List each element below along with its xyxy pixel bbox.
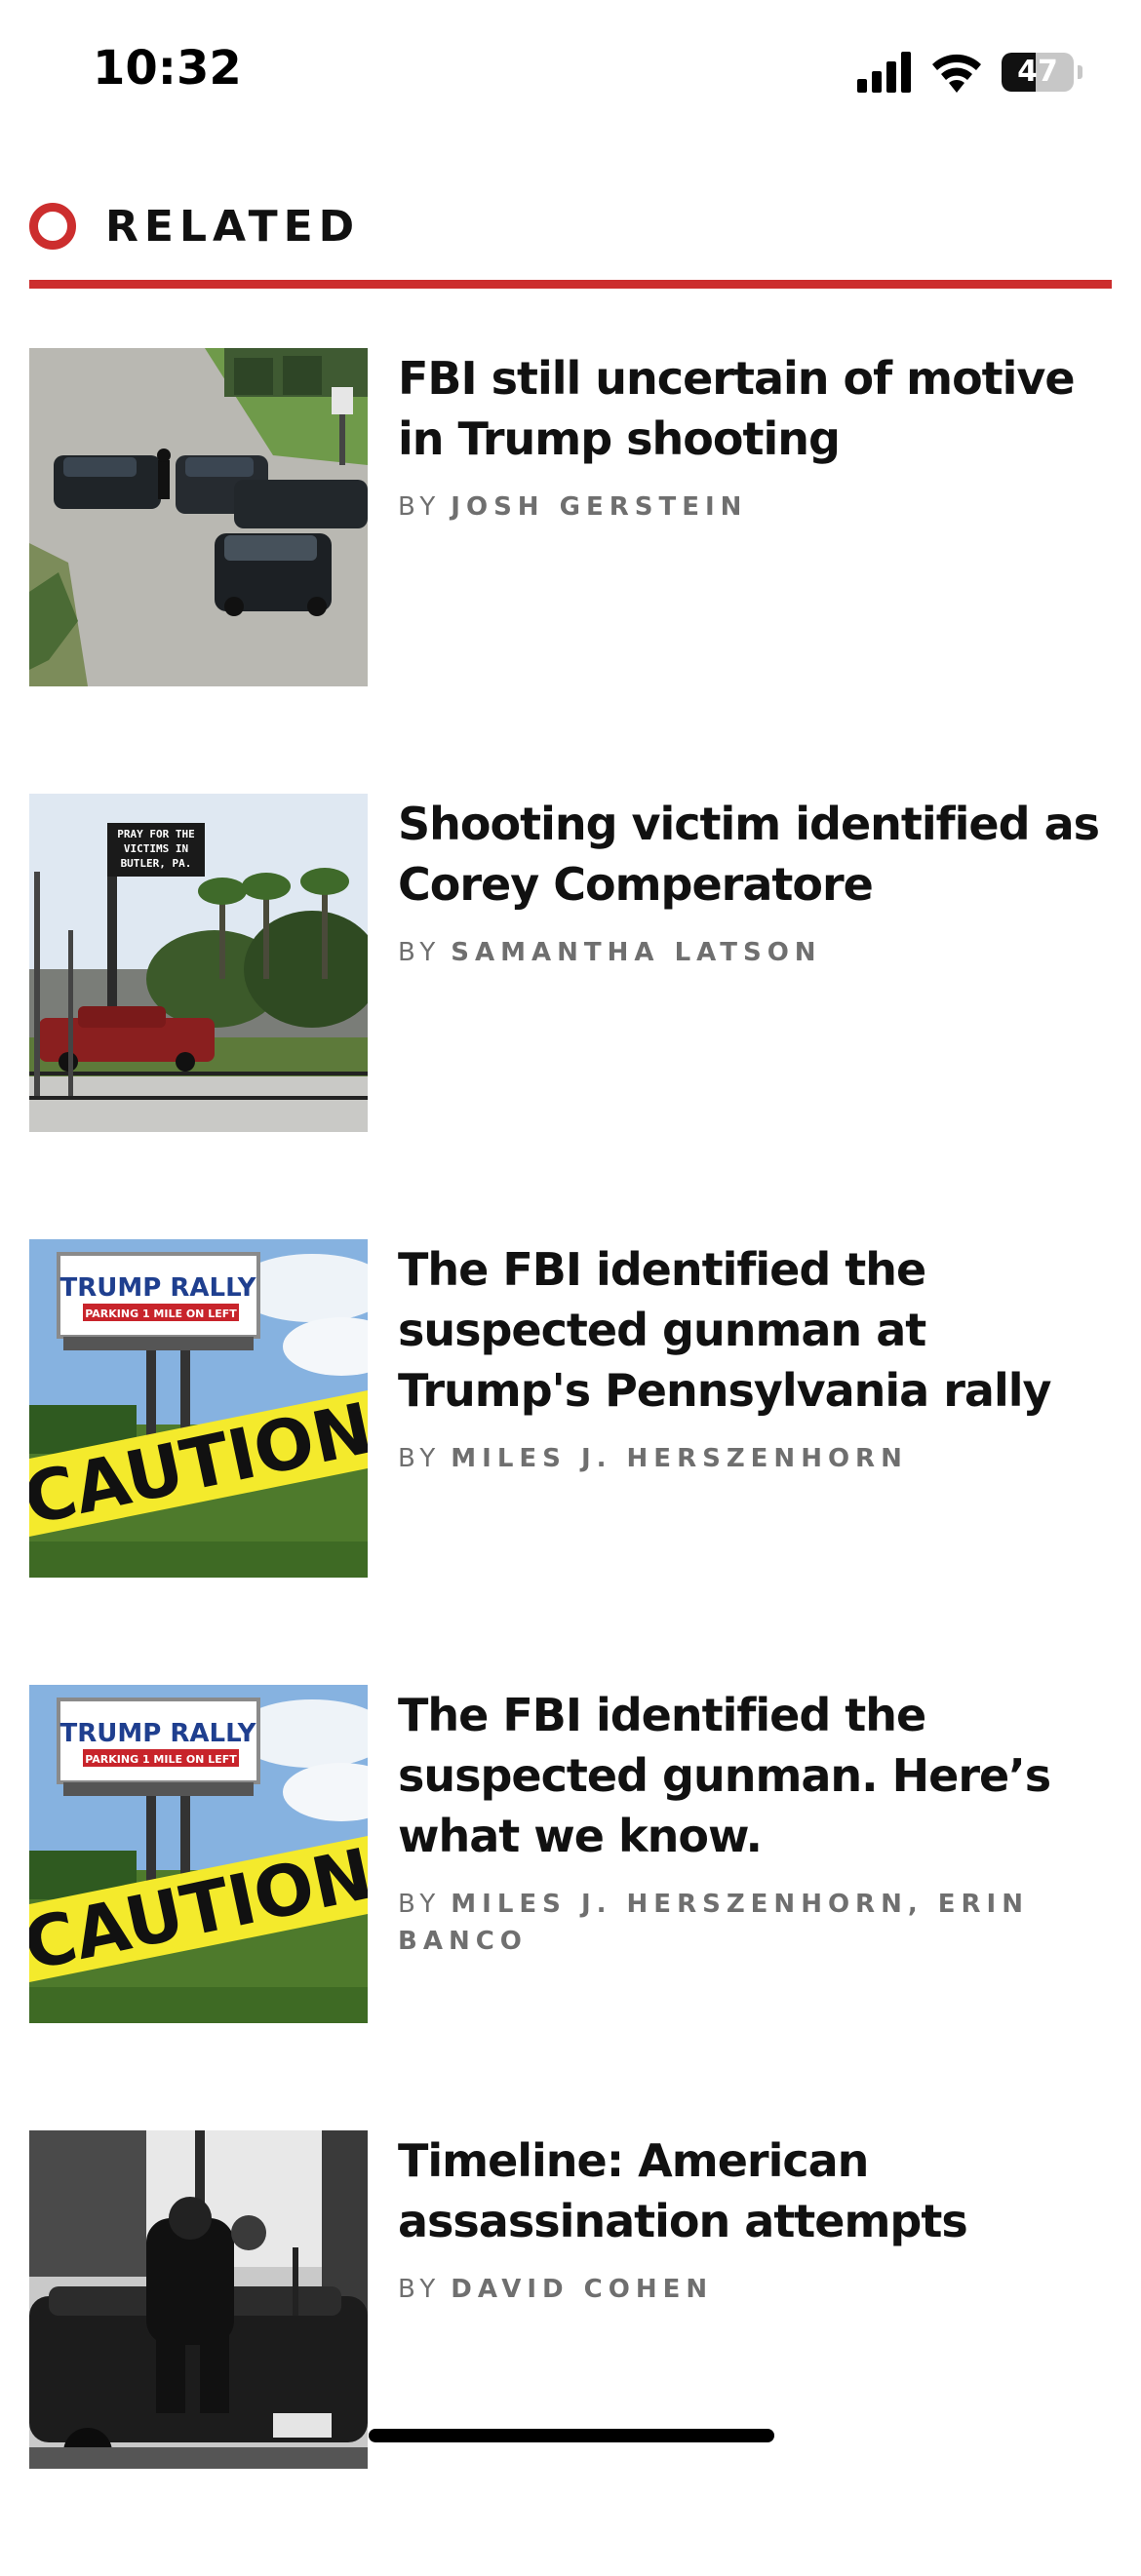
byline-author[interactable]: JOSH GERSTEIN [451,492,747,522]
ring-icon [29,203,76,250]
battery-level: 47 [1017,55,1058,89]
byline-prefix: BY [398,2275,442,2304]
billboard-text: TRUMP RALLY [60,1719,257,1748]
byline-author[interactable]: MILES J. HERSZENHORN [451,1444,908,1473]
byline-prefix: BY [398,1890,442,1919]
article-text: The FBI identified the suspected gunman … [398,1239,1112,1477]
section-header: RELATED [29,200,1112,290]
caution-tape-billboard-photo: TRUMP RALLY PARKING 1 MILE ON LEFT CAUTI… [29,1685,368,2023]
article-text: FBI still uncertain of motive in Trump s… [398,348,1112,526]
article-item[interactable]: FBI still uncertain of motive in Trump s… [29,348,1112,686]
billboard-text: TRUMP RALLY [60,1273,257,1303]
article-headline[interactable]: Shooting victim identified as Corey Comp… [398,794,1112,915]
article-text: The FBI identified the suspected gunman.… [398,1685,1112,1960]
article-text: Shooting victim identified as Corey Comp… [398,794,1112,971]
section-title: RELATED [105,202,361,252]
battery-cap [1078,65,1082,79]
byline-author[interactable]: MILES J. HERSZENHORN, ERIN BANCO [398,1890,1029,1956]
article-byline: BY MILES J. HERSZENHORN [398,1440,1112,1477]
article-byline: BY SAMANTHA LATSON [398,934,1112,971]
article-item[interactable]: TRUMP RALLY PARKING 1 MILE ON LEFT CAUTI… [29,1239,1112,1578]
article-item[interactable]: Timeline: American assassination attempt… [29,2130,1112,2469]
byline-author[interactable]: SAMANTHA LATSON [451,938,821,967]
svg-text:PRAY FOR THE: PRAY FOR THE [117,828,194,840]
article-item[interactable]: TRUMP RALLY PARKING 1 MILE ON LEFT CAUTI… [29,1685,1112,2023]
article-byline: BY DAVID COHEN [398,2271,1112,2308]
billboard-subtext: PARKING 1 MILE ON LEFT [85,1308,237,1320]
article-headline[interactable]: Timeline: American assassination attempt… [398,2130,1112,2251]
home-indicator[interactable] [369,2429,774,2442]
article-thumbnail[interactable] [29,348,368,686]
article-thumbnail[interactable] [29,2130,368,2469]
byline-prefix: BY [398,492,442,522]
article-text: Timeline: American assassination attempt… [398,2130,1112,2308]
article-thumbnail[interactable]: TRUMP RALLY PARKING 1 MILE ON LEFT CAUTI… [29,1239,368,1578]
wifi-icon [932,54,981,93]
roadside-sign-photo: PRAY FOR THE VICTIMS IN BUTLER, PA. [29,794,368,1132]
article-thumbnail[interactable]: TRUMP RALLY PARKING 1 MILE ON LEFT CAUTI… [29,1685,368,2023]
article-headline[interactable]: The FBI identified the suspected gunman.… [398,1685,1112,1866]
svg-text:BUTLER, PA.: BUTLER, PA. [121,857,192,870]
status-icons: 47 [857,49,1082,96]
byline-author[interactable]: DAVID COHEN [451,2275,713,2304]
police-vehicles-photo [29,348,368,686]
byline-prefix: BY [398,1444,442,1473]
svg-text:VICTIMS IN: VICTIMS IN [124,842,188,855]
status-bar: 10:32 47 [0,0,1141,146]
historic-motorcade-photo [29,2130,368,2469]
article-thumbnail[interactable]: PRAY FOR THE VICTIMS IN BUTLER, PA. [29,794,368,1132]
billboard-subtext: PARKING 1 MILE ON LEFT [85,1753,237,1766]
article-headline[interactable]: The FBI identified the suspected gunman … [398,1239,1112,1421]
article-headline[interactable]: FBI still uncertain of motive in Trump s… [398,348,1112,469]
section-divider [29,280,1112,289]
battery-icon: 47 [1002,53,1074,92]
caution-tape-billboard-photo: TRUMP RALLY PARKING 1 MILE ON LEFT CAUTI… [29,1239,368,1578]
signal-icon [857,52,911,93]
article-byline: BY JOSH GERSTEIN [398,488,1112,526]
related-article-list: FBI still uncertain of motive in Trump s… [29,348,1112,2576]
article-item[interactable]: PRAY FOR THE VICTIMS IN BUTLER, PA. Shoo… [29,794,1112,1132]
status-time: 10:32 [93,41,242,96]
article-byline: BY MILES J. HERSZENHORN, ERIN BANCO [398,1886,1112,1960]
byline-prefix: BY [398,938,442,967]
